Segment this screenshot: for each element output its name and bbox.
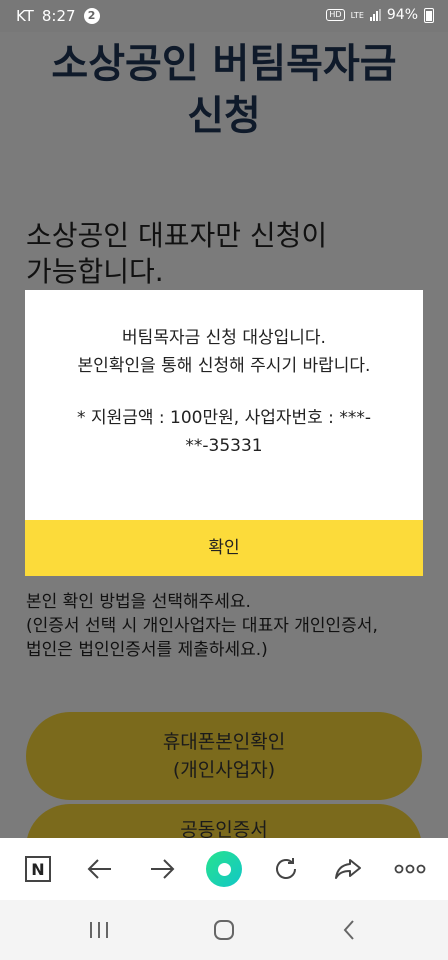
share-button[interactable] — [330, 851, 366, 887]
eligibility-line1: 소상공인 대표자만 신청이 — [26, 219, 328, 252]
lte-icon: LTE — [350, 10, 364, 20]
verification-method-text: 본인 확인 방법을 선택해주세요. (인증서 선택 시 개인사업자는 대표자 개… — [26, 590, 436, 662]
more-icon — [394, 864, 426, 874]
nav-back-button[interactable] — [332, 915, 366, 945]
notification-badge: 2 — [83, 8, 100, 24]
battery-icon — [424, 7, 434, 23]
page-title-line1: 소상공인 버팀목자금 — [51, 41, 397, 87]
phone-button-sublabel: (개인사업자) — [172, 759, 276, 781]
green-dot-button[interactable] — [206, 851, 242, 887]
naver-home-icon: N — [25, 856, 51, 882]
home-icon — [214, 920, 234, 940]
recent-apps-icon — [90, 922, 108, 938]
forward-button[interactable] — [144, 851, 180, 887]
page-title-line2: 신청 — [187, 93, 261, 139]
dialog-line3: * 지원금액 : 100만원, 사업자번호 : ***- — [77, 408, 371, 428]
method-line3: 법인은 법인인증서를 제출하세요.) — [26, 640, 268, 660]
phone-verification-button[interactable]: 휴대폰본인확인 (개인사업자) — [26, 712, 422, 800]
back-arrow-icon — [87, 859, 111, 879]
carrier-label: KT — [16, 7, 34, 25]
page-title: 소상공인 버팀목자금 신청 — [0, 38, 448, 142]
recent-apps-button[interactable] — [82, 915, 116, 945]
refresh-icon — [276, 858, 296, 879]
home-button[interactable] — [207, 915, 241, 945]
dialog-message: 버팀목자금 신청 대상입니다. 본인확인을 통해 신청해 주시기 바랍니다. *… — [25, 324, 423, 460]
status-right: HD LTE 94% — [326, 7, 434, 23]
system-nav-bar — [0, 900, 448, 960]
alert-dialog: 버팀목자금 신청 대상입니다. 본인확인을 통해 신청해 주시기 바랍니다. *… — [25, 290, 423, 576]
phone-button-label: 휴대폰본인확인 — [162, 731, 286, 753]
share-icon — [335, 859, 361, 879]
dialog-spacer — [25, 380, 423, 404]
browser-toolbar: N — [0, 838, 448, 900]
refresh-button[interactable] — [268, 851, 304, 887]
status-bar: KT 8:27 2 HD LTE 94% — [0, 0, 448, 32]
more-button[interactable] — [392, 851, 428, 887]
battery-percent: 94% — [386, 7, 418, 23]
dialog-line4: **-35331 — [185, 436, 263, 456]
cert-button-label: 공동인증서 — [180, 819, 268, 838]
method-line1: 본인 확인 방법을 선택해주세요. — [26, 592, 251, 612]
naver-home-button[interactable]: N — [20, 851, 56, 887]
hd-icon: HD — [326, 9, 345, 21]
back-button[interactable] — [82, 851, 118, 887]
green-dot-icon — [206, 851, 242, 887]
eligibility-notice: 소상공인 대표자만 신청이 가능합니다. — [26, 218, 386, 290]
back-icon — [343, 920, 354, 940]
method-line2: (인증서 선택 시 개인사업자는 대표자 개인인증서, — [26, 616, 378, 636]
certificate-verification-button[interactable]: 공동인증서 — [26, 804, 422, 838]
dialog-line2: 본인확인을 통해 신청해 주시기 바랍니다. — [77, 356, 371, 376]
status-left: KT 8:27 2 — [16, 7, 100, 25]
signal-icon — [369, 9, 381, 21]
eligibility-line2: 가능합니다. — [26, 255, 164, 288]
clock: 8:27 — [41, 7, 76, 25]
confirm-button[interactable]: 확인 — [25, 520, 423, 576]
dialog-line1: 버팀목자금 신청 대상입니다. — [122, 328, 326, 348]
forward-arrow-icon — [151, 859, 175, 879]
